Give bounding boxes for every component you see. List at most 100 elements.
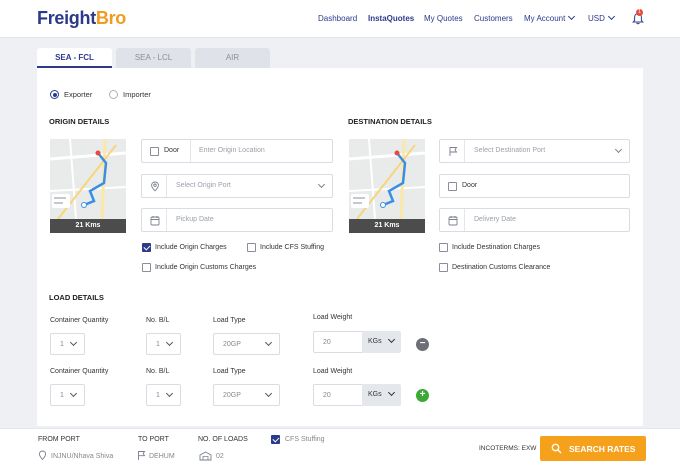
from-port-label: FROM PORT: [38, 436, 80, 443]
add-load-button[interactable]: +: [416, 389, 429, 402]
load-weight-input[interactable]: 20: [313, 384, 363, 406]
include-origin-customs-checkbox[interactable]: [142, 263, 151, 272]
destination-distance: 21 Kms: [349, 219, 425, 233]
currency-label: USD: [588, 14, 605, 23]
chevron-down-icon: [165, 389, 174, 398]
field-divider: [190, 140, 191, 162]
load-weight-label: Load Weight: [313, 368, 353, 375]
load-type-value: 20GP: [223, 392, 241, 399]
include-cfs-stuffing-checkbox[interactable]: [247, 243, 256, 252]
tab-air[interactable]: AIR: [195, 48, 270, 68]
importer-label: Importer: [123, 90, 151, 99]
incoterms-label: INCOTERMS: EXW: [479, 445, 537, 452]
chevron-down-icon: [165, 338, 174, 347]
origin-location-input[interactable]: Enter Origin Location: [199, 147, 265, 154]
chevron-down-icon: [69, 338, 78, 347]
no-bl-value: 1: [156, 392, 160, 399]
no-bl-label: No. B/L: [146, 317, 170, 324]
cfs-stuffing-label: CFS Stuffing: [285, 436, 325, 443]
chevron-down-icon: [568, 12, 576, 21]
remove-load-button[interactable]: −: [416, 338, 429, 351]
no-bl-select[interactable]: 1: [146, 384, 181, 406]
to-port-label: TO PORT: [138, 436, 169, 443]
load-type-label: Load Type: [213, 317, 246, 324]
destination-customs-checkbox[interactable]: [439, 263, 448, 272]
tab-sea-fcl[interactable]: SEA - FCL: [37, 48, 112, 68]
load-type-select[interactable]: 20GP: [213, 384, 280, 406]
logo-text-bro: Bro: [95, 8, 127, 28]
load-details-title: LOAD DETAILS: [49, 293, 104, 302]
no-of-loads-value: 02: [216, 453, 224, 460]
my-account-label: My Account: [524, 14, 566, 23]
chevron-down-icon: [317, 180, 326, 189]
nav-customers[interactable]: Customers: [474, 14, 513, 23]
load-weight-value: 20: [323, 392, 331, 399]
include-destination-charges-checkbox[interactable]: [439, 243, 448, 252]
destination-port-select[interactable]: Select Destination Port: [439, 139, 630, 163]
no-of-loads-label: NO. OF LOADS: [198, 436, 248, 443]
location-pin-icon: [38, 450, 47, 461]
container-quantity-label: Container Quantity: [50, 368, 109, 375]
destination-port-placeholder: Select Destination Port: [474, 147, 546, 154]
weight-unit-select[interactable]: KGs: [362, 331, 401, 353]
cfs-stuffing-checkbox[interactable]: [271, 435, 280, 444]
tab-sea-lcl[interactable]: SEA - LCL: [116, 48, 191, 68]
weight-unit-value: KGs: [368, 391, 382, 398]
destination-door-label: Door: [462, 182, 478, 189]
origin-port-select[interactable]: Select Origin Port: [141, 174, 333, 198]
flag-icon: [449, 147, 458, 156]
search-rates-button[interactable]: SEARCH RATES: [540, 436, 646, 461]
origin-distance: 21 Kms: [50, 219, 126, 233]
currency-selector[interactable]: USD: [588, 12, 615, 23]
chevron-down-icon: [69, 389, 78, 398]
no-bl-select[interactable]: 1: [146, 333, 181, 355]
chevron-down-icon: [264, 389, 273, 398]
route-map-graphic: [349, 139, 425, 220]
include-origin-charges-checkbox[interactable]: [142, 243, 151, 252]
nav-my-account[interactable]: My Account: [524, 12, 576, 23]
load-weight-value: 20: [323, 339, 331, 346]
route-map-graphic: [50, 139, 126, 220]
nav-dashboard[interactable]: Dashboard: [318, 14, 357, 23]
nav-instaquotes[interactable]: InstaQuotes: [368, 14, 414, 23]
include-origin-charges-label: Include Origin Charges: [155, 244, 227, 251]
search-icon: [551, 443, 562, 454]
load-type-label: Load Type: [213, 368, 246, 375]
destination-customs-label: Destination Customs Clearance: [452, 264, 551, 271]
field-divider: [166, 209, 167, 231]
chevron-down-icon: [387, 335, 396, 344]
container-quantity-select[interactable]: 1: [50, 333, 85, 355]
pickup-date-field[interactable]: Pickup Date: [141, 208, 333, 232]
container-quantity-value: 1: [60, 341, 64, 348]
field-divider: [166, 175, 167, 197]
load-weight-input[interactable]: 20: [313, 331, 363, 353]
notification-badge: 1: [636, 9, 643, 16]
chevron-down-icon: [264, 338, 273, 347]
to-port-value: DEHUM: [149, 453, 175, 460]
calendar-icon: [150, 216, 160, 226]
load-type-select[interactable]: 20GP: [213, 333, 280, 355]
field-divider: [464, 209, 465, 231]
freightbro-logo[interactable]: FreightBro: [37, 8, 126, 29]
chevron-down-icon: [387, 388, 396, 397]
container-icon: [199, 451, 212, 461]
delivery-date-placeholder: Delivery Date: [474, 216, 517, 223]
origin-door-checkbox[interactable]: [150, 147, 159, 156]
weight-unit-select[interactable]: KGs: [362, 384, 401, 406]
exporter-label: Exporter: [64, 90, 93, 99]
origin-details-title: ORIGIN DETAILS: [49, 117, 110, 126]
calendar-icon: [448, 216, 458, 226]
delivery-date-field[interactable]: Delivery Date: [439, 208, 630, 232]
container-quantity-select[interactable]: 1: [50, 384, 85, 406]
importer-radio[interactable]: [109, 90, 118, 99]
no-bl-value: 1: [156, 341, 160, 348]
chevron-down-icon: [607, 12, 615, 21]
exporter-radio[interactable]: [50, 90, 59, 99]
origin-route-map: 21 Kms: [50, 139, 126, 233]
nav-my-quotes[interactable]: My Quotes: [424, 14, 463, 23]
from-port-value: INJNU/Nhava Shiva: [51, 453, 114, 460]
destination-route-map: 21 Kms: [349, 139, 425, 233]
chevron-down-icon: [614, 145, 623, 154]
include-cfs-stuffing-label: Include CFS Stuffing: [260, 244, 325, 251]
destination-door-checkbox[interactable]: [448, 182, 457, 191]
